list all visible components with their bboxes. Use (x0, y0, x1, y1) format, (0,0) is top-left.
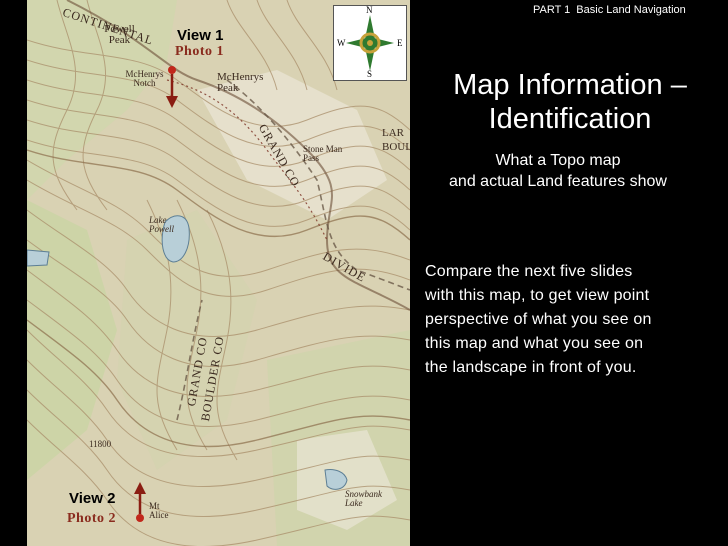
photo2-label: Photo 2 (67, 511, 116, 526)
slide-title: Map Information – Identification (420, 68, 720, 136)
compass-west: W (337, 38, 346, 48)
body-line: with this map, to get view point (425, 287, 650, 304)
slide-header: PART 1 Basic Land Navigation (533, 4, 686, 16)
mchenrys-peak-label: McHenrys Peak (217, 71, 264, 94)
title-line-1: Map Information – (453, 69, 687, 101)
body-text: Compare the next five slides with this m… (425, 260, 715, 380)
compass-east: E (397, 38, 403, 48)
stone-man-pass-label: Stone Man Pass (303, 144, 343, 163)
view1-label: View 1 (177, 27, 224, 44)
slide: CONTINENTAL Powell Peak McHenrys Notch M… (0, 0, 728, 546)
subtitle-line-2: and actual Land features show (449, 173, 667, 190)
body-line: this map and what you see on (425, 335, 644, 352)
snowbank-lake-label: Snowbank Lake (345, 489, 382, 508)
compass-north: N (366, 5, 373, 15)
mchenrys-notch-label: McHenrys Notch (125, 69, 164, 88)
title-line-2: Identification (488, 103, 652, 135)
lar-label: LAR (382, 127, 404, 139)
boul-label: BOUL (382, 141, 410, 153)
body-line: Compare the next five slides (425, 263, 633, 280)
elevation-label: 11800 (89, 439, 112, 449)
subtitle-line-1: What a Topo map (495, 152, 621, 169)
view2-label: View 2 (69, 490, 116, 507)
header-subtitle: Basic Land Navigation (576, 4, 686, 16)
photo1-label: Photo 1 (175, 44, 224, 59)
lake-powell-label: Lake Powell (149, 215, 174, 234)
mt-alice-label: Mt Alice (149, 501, 169, 520)
part-label: PART 1 (533, 4, 571, 16)
body-line: perspective of what you see on (425, 311, 652, 328)
body-line: the landscape in front of you. (425, 359, 637, 376)
slide-subtitle: What a Topo map and actual Land features… (412, 150, 704, 192)
powell-peak-label: Powell Peak (104, 23, 135, 46)
compass-south: S (367, 69, 373, 79)
compass-rose: N S W E (333, 5, 407, 81)
